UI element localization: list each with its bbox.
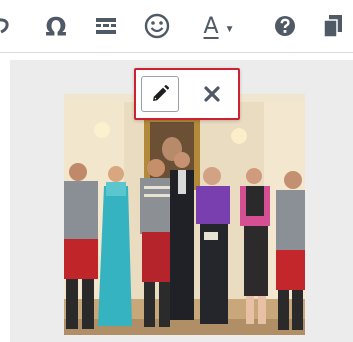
edit-image-button[interactable] bbox=[141, 76, 179, 112]
image-toolbar-popup bbox=[134, 68, 240, 120]
smiley-icon bbox=[144, 13, 170, 39]
editor-image[interactable] bbox=[64, 94, 305, 335]
remove-image-button[interactable] bbox=[193, 76, 231, 112]
emoji-button[interactable] bbox=[140, 8, 174, 44]
horizontal-line-icon bbox=[96, 18, 116, 34]
chevron-down-icon: ▼ bbox=[224, 23, 235, 35]
redo-button[interactable] bbox=[0, 8, 16, 44]
editor-toolbar: Ω A ▼ bbox=[0, 0, 353, 52]
omega-icon: Ω bbox=[45, 11, 67, 41]
redo-icon bbox=[0, 18, 9, 34]
group-photo-image bbox=[64, 94, 305, 335]
pencil-icon bbox=[153, 84, 170, 101]
copy-icon bbox=[323, 15, 342, 38]
horizontal-line-button[interactable] bbox=[90, 8, 122, 44]
font-color-button[interactable]: A ▼ bbox=[190, 8, 248, 44]
font-color-icon: A bbox=[203, 13, 219, 39]
close-icon bbox=[204, 86, 220, 102]
special-character-button[interactable]: Ω bbox=[40, 8, 72, 44]
help-icon bbox=[275, 16, 295, 36]
toolbar-divider bbox=[0, 52, 353, 53]
templates-button[interactable] bbox=[318, 8, 348, 44]
help-button[interactable] bbox=[270, 8, 300, 44]
